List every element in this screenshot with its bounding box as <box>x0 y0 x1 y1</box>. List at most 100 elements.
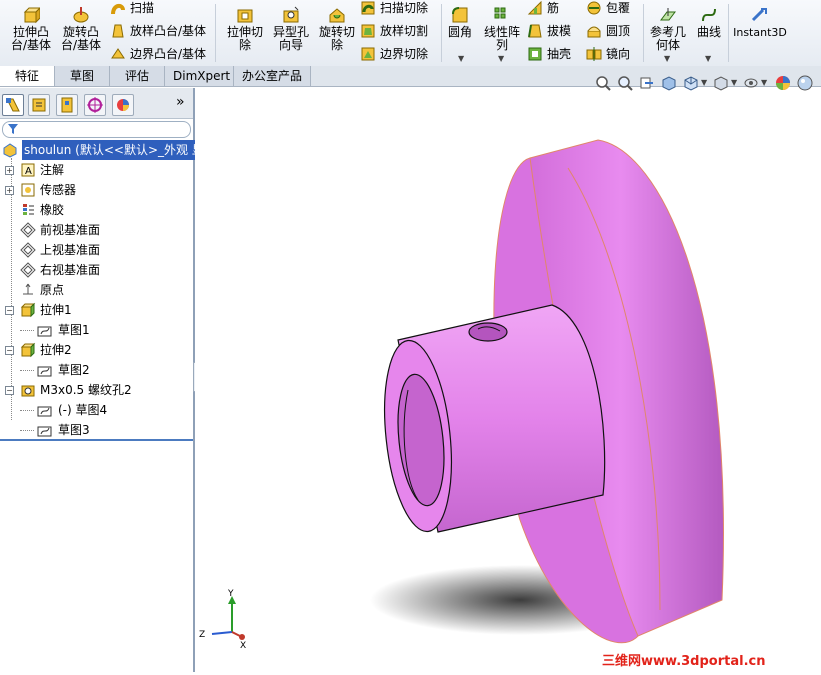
plane-icon <box>20 262 36 278</box>
tree-root-part[interactable]: shoulun (默认<<默认>_外观 显 <box>0 140 206 160</box>
tree-filter-input[interactable] <box>2 121 191 138</box>
hole-wizard-icon <box>283 6 299 23</box>
fillet-icon <box>452 7 468 23</box>
collapse-toggle[interactable]: − <box>5 386 14 395</box>
tab-dimxpert[interactable]: DimXpert <box>165 66 234 86</box>
boundary-boss-button[interactable]: 边界凸台/基体 <box>110 44 206 64</box>
linear-pattern-icon <box>494 7 506 19</box>
ribbon-separator <box>643 4 644 62</box>
tree-item-sketch4[interactable]: (-) 草图4 <box>0 400 193 420</box>
instant3d-icon <box>751 8 767 22</box>
zoom-to-fit-icon[interactable] <box>595 75 611 91</box>
extrude-boss-label: 拉伸凸 台/基体 <box>10 25 52 52</box>
instant3d-button[interactable]: Instant3D <box>731 2 789 64</box>
hole-wizard-button[interactable]: 异型孔 向导 <box>266 2 316 64</box>
lofted-cut-button[interactable]: 放样切割 <box>360 21 428 41</box>
tree-item-extrude2[interactable]: − 拉伸2 <box>0 340 193 360</box>
graphics-area[interactable]: Y Z X <box>195 88 821 672</box>
tab-office-products[interactable]: 办公室产品 <box>234 66 311 86</box>
boundary-boss-label: 边界凸台/基体 <box>130 47 207 61</box>
tree-item-sketch1[interactable]: 草图1 <box>0 320 193 340</box>
hide-show-items-icon[interactable] <box>743 75 759 91</box>
revolve-boss-button[interactable]: 旋转凸 台/基体 <box>56 2 106 64</box>
shell-button[interactable]: 抽壳 <box>527 44 571 64</box>
mirror-button[interactable]: 镜向 <box>586 44 630 64</box>
pattern-dropdown-arrow[interactable]: ▼ <box>498 54 504 63</box>
hide-show-dropdown-arrow[interactable]: ▼ <box>761 78 767 87</box>
sketch-icon <box>37 366 52 377</box>
display-style-icon[interactable] <box>713 75 729 91</box>
mirror-icon <box>586 47 602 61</box>
apply-scene-icon[interactable] <box>797 75 813 91</box>
extrude-boss-button[interactable]: 拉伸凸 台/基体 <box>6 2 56 64</box>
view-orientation-dropdown-arrow[interactable]: ▼ <box>701 78 707 87</box>
tab-property-manager[interactable] <box>28 94 50 116</box>
tree-item-sensors[interactable]: + 传感器 <box>0 180 193 200</box>
tree-item-front-plane[interactable]: 前视基准面 <box>0 220 193 240</box>
wrap-label: 包覆 <box>606 1 631 15</box>
extrude-cut-button[interactable]: 拉伸切 除 <box>220 2 270 64</box>
dome-button[interactable]: 圆顶 <box>586 21 630 41</box>
tree-item-extrude1[interactable]: − 拉伸1 <box>0 300 193 320</box>
tree-item-label: 注解 <box>40 163 65 177</box>
dome-icon <box>587 26 601 38</box>
boundary-cut-icon <box>361 47 375 61</box>
collapse-toggle[interactable]: − <box>5 306 14 315</box>
wrap-button[interactable]: 包覆 <box>586 0 630 18</box>
lofted-cut-label: 放样切割 <box>380 24 429 38</box>
display-style-dropdown-arrow[interactable]: ▼ <box>731 78 737 87</box>
tree-item-top-plane[interactable]: 上视基准面 <box>0 240 193 260</box>
tree-connector <box>20 370 34 371</box>
tree-item-label: 拉伸1 <box>40 303 72 317</box>
section-view-icon[interactable] <box>661 75 677 91</box>
edit-appearance-icon[interactable] <box>775 75 791 91</box>
ribbon-separator <box>215 4 216 62</box>
tree-root-label: shoulun (默认<<默认>_外观 显 <box>22 140 206 160</box>
swept-cut-button[interactable]: 扫描切除 <box>360 0 428 18</box>
revolve-boss-label: 旋转凸 台/基体 <box>60 25 102 52</box>
zoom-to-area-icon[interactable] <box>617 75 633 91</box>
tab-configuration-manager[interactable] <box>56 94 78 116</box>
triad-z-label: Z <box>199 630 205 640</box>
extrude-boss-icon <box>23 7 40 24</box>
lofted-cut-icon <box>361 24 375 38</box>
curves-icon <box>702 8 716 22</box>
panel-expand-chevron-icon[interactable]: » <box>176 94 185 110</box>
wrap-icon <box>587 1 601 15</box>
extrude-cut-label: 拉伸切 除 <box>226 25 263 52</box>
sketch-icon <box>37 406 52 417</box>
tab-features[interactable]: 特征 <box>0 66 55 86</box>
tree-item-label: 草图1 <box>58 323 90 337</box>
tree-item-sketch2[interactable]: 草图2 <box>0 360 193 380</box>
rib-button[interactable]: 筋 <box>527 0 559 18</box>
boundary-cut-button[interactable]: 边界切除 <box>360 44 428 64</box>
expand-toggle[interactable]: + <box>5 166 14 175</box>
draft-button[interactable]: 拔模 <box>527 21 571 41</box>
collapse-toggle[interactable]: − <box>5 346 14 355</box>
curves-dropdown-arrow[interactable]: ▼ <box>705 54 711 63</box>
tab-sketch[interactable]: 草图 <box>55 66 110 86</box>
sweep-button[interactable]: 扫描 <box>110 0 154 18</box>
tab-evaluate[interactable]: 评估 <box>110 66 165 86</box>
annotation-icon: A <box>21 163 35 177</box>
tree-item-origin[interactable]: 原点 <box>0 280 193 300</box>
loft-boss-button[interactable]: 放样凸台/基体 <box>110 21 206 41</box>
command-manager-ribbon: 拉伸凸 台/基体 旋转凸 台/基体 扫描 放样凸台/基体 边界凸台/基体 拉伸切… <box>0 0 821 67</box>
view-orientation-icon[interactable] <box>683 75 699 91</box>
tree-item-material[interactable]: 橡胶 <box>0 200 193 220</box>
tree-item-tapped-hole2[interactable]: − M3x0.5 螺纹孔2 <box>0 380 193 400</box>
previous-view-icon[interactable] <box>639 75 655 91</box>
tree-item-sketch3[interactable]: 草图3 <box>0 420 193 440</box>
tab-feature-manager[interactable] <box>2 94 24 116</box>
revolve-cut-button[interactable]: 旋转切 除 <box>312 2 362 64</box>
ref-geometry-dropdown-arrow[interactable]: ▼ <box>664 54 670 63</box>
tree-item-right-plane[interactable]: 右视基准面 <box>0 260 193 280</box>
tab-display-manager[interactable] <box>112 94 134 116</box>
fillet-dropdown-arrow[interactable]: ▼ <box>458 54 464 63</box>
tab-dimxpert-manager[interactable] <box>84 94 106 116</box>
expand-toggle[interactable]: + <box>5 186 14 195</box>
extrude-cut-icon <box>237 9 253 23</box>
tree-item-annotations[interactable]: + A 注解 <box>0 160 193 180</box>
reference-geometry-icon <box>660 8 676 21</box>
linear-pattern-label: 线性阵 列 <box>483 25 520 52</box>
